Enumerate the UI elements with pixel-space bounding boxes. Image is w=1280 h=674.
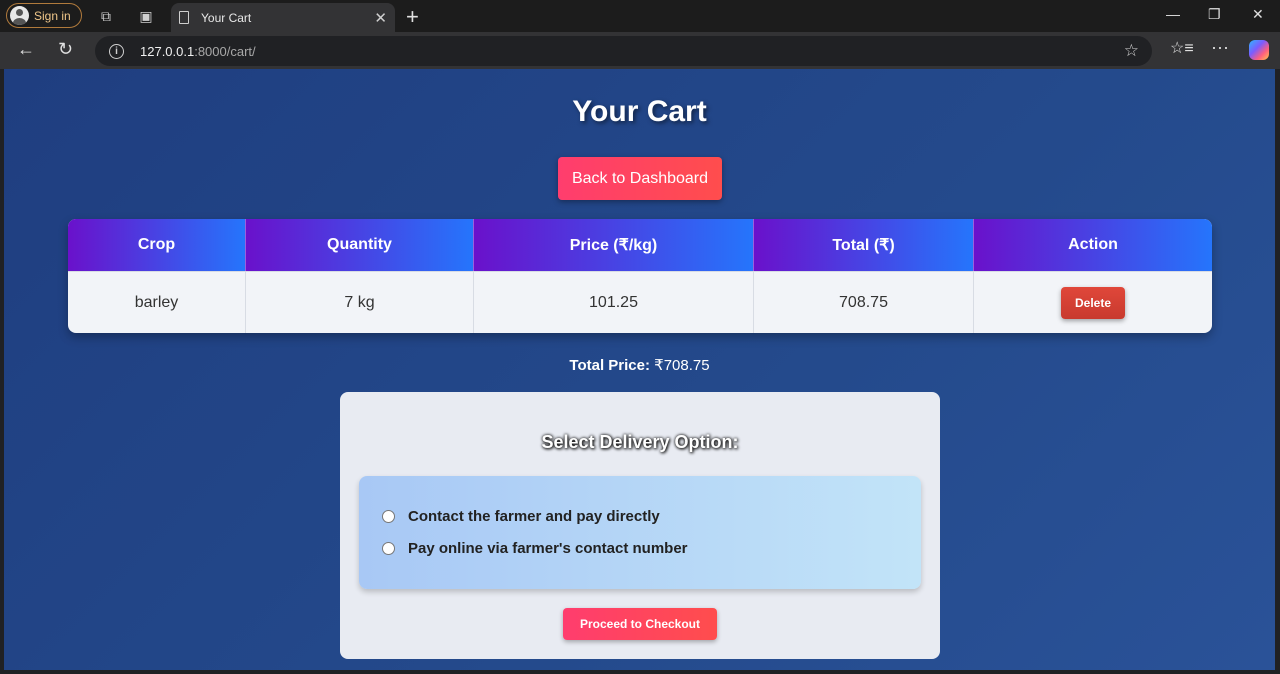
- total-price-value: ₹708.75: [654, 357, 710, 374]
- delivery-options-box: Contact the farmer and pay directly Pay …: [359, 476, 921, 589]
- browser-address-bar: ← ↻ i 127.0.0.1:8000/cart/ ☆ ☆≡ ···: [0, 32, 1280, 69]
- copilot-icon[interactable]: [1249, 40, 1269, 60]
- url-host: 127.0.0.1: [140, 43, 195, 59]
- profile-avatar-icon: [10, 6, 29, 25]
- delivery-option-contact-farmer[interactable]: Contact the farmer and pay directly: [382, 508, 660, 525]
- restore-icon[interactable]: ❐: [1208, 6, 1221, 23]
- header-price: Price (₹/kg): [474, 219, 754, 271]
- sign-in-button[interactable]: Sign in: [6, 3, 82, 28]
- tab-title: Your Cart: [201, 10, 252, 25]
- delete-button[interactable]: Delete: [1060, 286, 1126, 319]
- close-tab-icon[interactable]: ✕: [374, 9, 387, 27]
- total-price-label: Total Price:: [569, 357, 650, 374]
- close-window-icon[interactable]: ✕: [1252, 6, 1264, 23]
- header-total: Total (₹): [754, 219, 974, 271]
- delivery-options-panel: Select Delivery Option: Contact the farm…: [340, 392, 940, 659]
- table-header-row: Crop Quantity Price (₹/kg) Total (₹) Act…: [68, 219, 1212, 271]
- radio-contact-farmer[interactable]: [382, 510, 395, 523]
- sidebar-toggle-icon[interactable]: ▣: [137, 7, 155, 25]
- table-row: barley 7 kg 101.25 708.75 Delete: [68, 271, 1212, 333]
- page-icon: [179, 11, 189, 24]
- header-crop: Crop: [68, 219, 246, 271]
- cell-total: 708.75: [754, 271, 974, 333]
- collections-icon[interactable]: ⧉: [97, 7, 115, 25]
- url-path: :8000/cart/: [194, 43, 256, 59]
- sign-in-label: Sign in: [34, 8, 71, 23]
- radio-pay-online[interactable]: [382, 542, 395, 555]
- tab-your-cart[interactable]: Your Cart ✕: [171, 3, 395, 32]
- header-quantity: Quantity: [246, 219, 474, 271]
- delivery-option-pay-online[interactable]: Pay online via farmer's contact number: [382, 540, 688, 557]
- proceed-to-checkout-button[interactable]: Proceed to Checkout: [563, 608, 717, 640]
- back-arrow-icon[interactable]: ←: [17, 39, 35, 60]
- browser-tab-bar: Sign in ⧉ ▣ Your Cart ✕ + — ❐ ✕: [0, 0, 1280, 32]
- more-menu-icon[interactable]: ···: [1211, 37, 1229, 58]
- header-action: Action: [974, 219, 1212, 271]
- minimize-icon[interactable]: —: [1166, 6, 1180, 22]
- option-label: Contact the farmer and pay directly: [408, 508, 660, 525]
- url-field[interactable]: i 127.0.0.1:8000/cart/ ☆: [95, 36, 1152, 66]
- total-price: Total Price: ₹708.75: [4, 356, 1275, 374]
- page-title: Your Cart: [572, 95, 707, 128]
- page-content: Your Cart Back to Dashboard Crop Quantit…: [4, 69, 1275, 670]
- back-to-dashboard-button[interactable]: Back to Dashboard: [558, 157, 722, 200]
- cell-quantity: 7 kg: [246, 271, 474, 333]
- cell-action: Delete: [974, 271, 1212, 333]
- refresh-icon[interactable]: ↻: [58, 39, 73, 60]
- site-info-icon[interactable]: i: [109, 43, 124, 59]
- delivery-title: Select Delivery Option:: [541, 432, 739, 452]
- option-label: Pay online via farmer's contact number: [408, 540, 688, 557]
- cell-crop: barley: [68, 271, 246, 333]
- favorites-icon[interactable]: ☆≡: [1170, 38, 1194, 58]
- favorite-star-icon[interactable]: ☆: [1124, 41, 1139, 61]
- cart-table: Crop Quantity Price (₹/kg) Total (₹) Act…: [68, 219, 1212, 333]
- cell-price: 101.25: [474, 271, 754, 333]
- new-tab-icon[interactable]: +: [406, 4, 419, 30]
